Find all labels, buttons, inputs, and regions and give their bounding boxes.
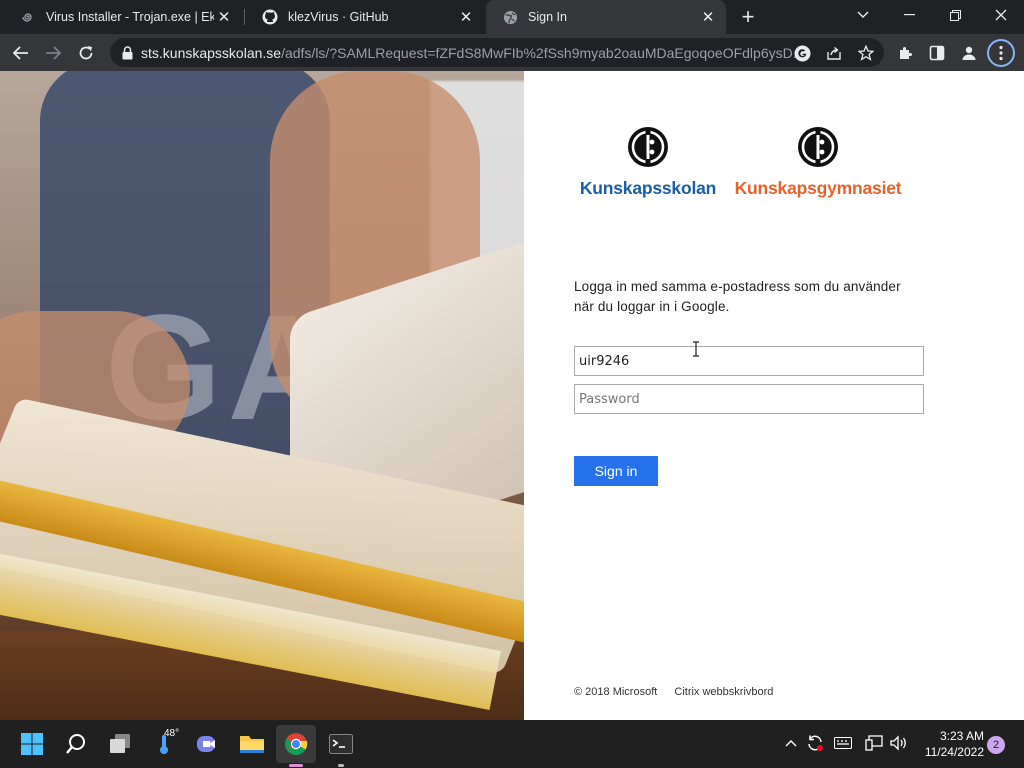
restore-icon[interactable] (932, 0, 978, 30)
logo-kunskapsskolan: Kunskapsskolan (578, 125, 718, 199)
sign-in-button[interactable]: Sign in (574, 456, 658, 486)
url-host: sts.kunskapsskolan.se (141, 44, 282, 61)
bookmark-star-icon[interactable] (854, 41, 878, 65)
close-tab-icon[interactable]: ✕ (456, 7, 476, 27)
clock-time: 3:23 AM (939, 729, 984, 743)
globe-icon (502, 9, 518, 25)
copyright-text: © 2018 Microsoft (574, 686, 658, 698)
close-tab-icon[interactable]: ✕ (698, 7, 718, 27)
weather-temperature: 48° (164, 728, 180, 739)
sync-icon[interactable] (804, 732, 826, 754)
system-clock[interactable]: 3:23 AM 11/24/2022 (912, 728, 984, 760)
show-hidden-icons-chevron-icon[interactable] (780, 732, 802, 754)
reload-icon[interactable] (71, 38, 101, 68)
text-cursor-icon (693, 341, 699, 357)
password-placeholder: Password (579, 391, 640, 407)
profile-icon[interactable] (954, 38, 984, 68)
url-text: sts.kunskapsskolan.se/adfs/ls/?SAMLReque… (141, 45, 801, 61)
tab-github[interactable]: klezVirus · GitHub ✕ (246, 0, 484, 34)
tab-title: Sign In (528, 10, 567, 24)
file-explorer-icon[interactable] (236, 728, 268, 760)
close-tab-icon[interactable]: ✕ (214, 7, 234, 27)
search-icon[interactable] (60, 728, 92, 760)
extensions-puzzle-icon[interactable] (891, 38, 921, 68)
side-panel-icon[interactable] (922, 38, 952, 68)
network-icon[interactable] (863, 732, 885, 754)
windows-taskbar: 48° 3:23 AM 11/24/2022 2 (0, 720, 1024, 768)
hero-photo-book: GA (0, 71, 524, 720)
logo-name: Kunskapsgymnasiet (734, 178, 902, 198)
menu-kebab-icon[interactable] (987, 39, 1015, 67)
tab-sign-in[interactable]: Sign In ✕ (486, 0, 726, 34)
forward-icon[interactable] (38, 38, 68, 68)
page-content: GA Kunskapsskolan Kunskapsgymnasiet Logg… (0, 71, 1024, 720)
clock-date: 11/24/2022 (924, 745, 984, 759)
address-bar[interactable]: sts.kunskapsskolan.se/adfs/ls/?SAMLReque… (110, 38, 884, 67)
browser-toolbar: sts.kunskapsskolan.se/adfs/ls/?SAMLReque… (0, 34, 1024, 71)
instruction-line: när du loggar in i Google. (574, 299, 730, 314)
logo-name: Kunskapsskolan (579, 178, 717, 198)
back-icon[interactable] (6, 38, 36, 68)
username-field[interactable]: uir9246 (574, 346, 924, 376)
page-footer: © 2018 Microsoft Citrix webbskrivbord (574, 686, 787, 698)
tab-virus-installer[interactable]: Virus Installer - Trojan.exe | Ektop ✕ (4, 0, 242, 34)
share-icon[interactable] (822, 41, 846, 65)
close-window-icon[interactable] (978, 0, 1024, 30)
tab-title: Virus Installer - Trojan.exe | Ektop (46, 10, 214, 24)
citrix-link[interactable]: Citrix webbskrivbord (674, 686, 773, 698)
tab-strip: Virus Installer - Trojan.exe | Ektop ✕ k… (0, 0, 1024, 34)
spiral-icon (20, 9, 36, 25)
google-icon[interactable] (790, 41, 814, 65)
volume-icon[interactable] (888, 732, 910, 754)
chrome-icon[interactable] (280, 728, 312, 760)
teams-chat-icon[interactable] (192, 728, 224, 760)
terminal-icon[interactable] (325, 728, 357, 760)
task-view-icon[interactable] (104, 728, 136, 760)
logo-kunskapsgymnasiet: Kunskapsgymnasiet (728, 125, 908, 199)
signin-panel: Kunskapsskolan Kunskapsgymnasiet Logga i… (524, 71, 1024, 720)
kunskapsskolan-emblem-icon (628, 127, 668, 167)
tab-divider (244, 9, 245, 25)
notification-badge[interactable]: 2 (987, 736, 1005, 754)
password-field[interactable]: Password (574, 384, 924, 414)
username-value: uir9246 (579, 353, 630, 369)
school-logos: Kunskapsskolan Kunskapsgymnasiet (578, 125, 918, 198)
minimize-icon[interactable] (886, 0, 932, 30)
signin-instructions: Logga in med samma e-postadress som du a… (574, 277, 934, 317)
kunskapsgymnasiet-emblem-icon (798, 127, 838, 167)
windows-start-icon[interactable] (16, 728, 48, 760)
tab-search-chevron-icon[interactable] (840, 0, 886, 30)
instruction-line: Logga in med samma e-postadress som du a… (574, 279, 901, 294)
keyboard-icon[interactable] (832, 732, 854, 754)
lock-icon[interactable] (119, 45, 135, 61)
running-indicator (289, 764, 303, 767)
new-tab-button[interactable]: + (736, 4, 760, 29)
running-indicator (338, 764, 344, 767)
tab-title: klezVirus · GitHub (288, 10, 389, 24)
github-icon (262, 9, 278, 25)
url-path: /adfs/ls/?SAMLRequest=fZFdS8MwFIb%2fSsh9… (281, 44, 801, 61)
